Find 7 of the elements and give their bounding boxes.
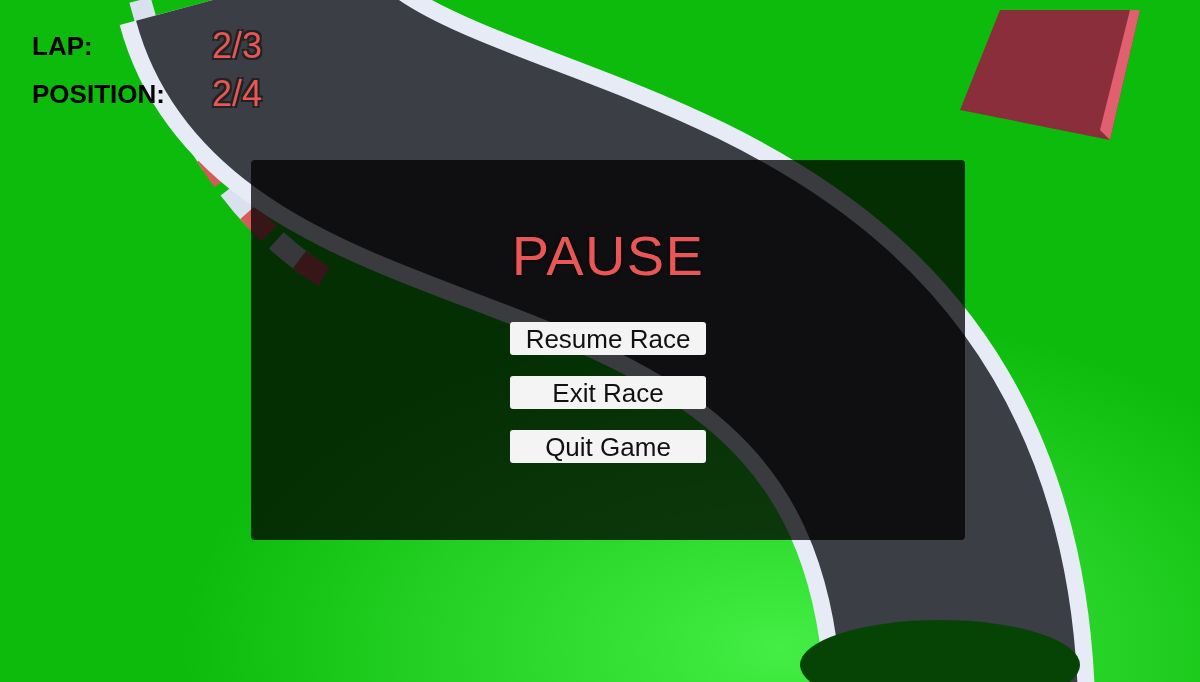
hud-label: LAP:	[32, 33, 93, 59]
hud-value: 2/3	[212, 28, 263, 64]
menu-button[interactable]: Quit Game	[510, 430, 706, 463]
hud-value: 2/4	[212, 76, 263, 112]
pause-title: PAUSE	[511, 228, 705, 284]
menu-button[interactable]: Resume Race	[510, 322, 706, 355]
menu-button[interactable]: Exit Race	[510, 376, 706, 409]
